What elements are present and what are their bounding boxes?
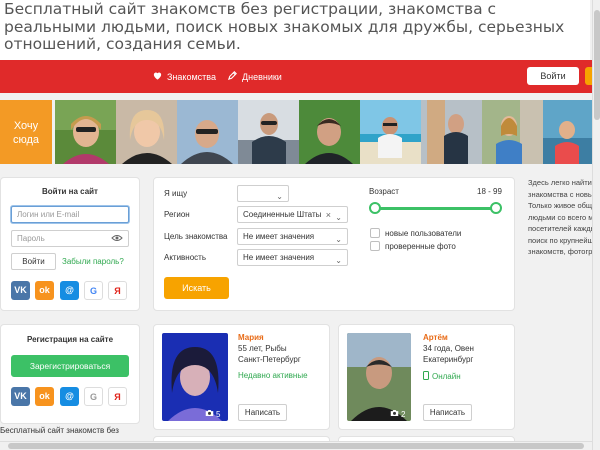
user-photo-thumb[interactable] <box>55 100 116 164</box>
side-line: людьми со всего мира <box>528 212 592 222</box>
eye-icon[interactable] <box>111 232 123 249</box>
odnoklassniki-icon[interactable]: ok <box>35 281 54 300</box>
side-description: Здесь легко найти знакомства с новыми То… <box>528 177 592 258</box>
heart-icon <box>152 70 163 83</box>
user-photo-thumb[interactable] <box>116 100 177 164</box>
photo-count-value: 5 <box>216 409 221 419</box>
bottom-description: Бесплатный сайт знакомств без <box>0 426 119 435</box>
age-range-value: 18 - 99 <box>477 187 502 196</box>
page-headline: Бесплатный сайт знакомств без регистраци… <box>0 0 590 60</box>
side-line: посетителей каждый день <box>528 224 592 233</box>
region-label: Регион <box>164 210 190 219</box>
google-icon[interactable]: G <box>84 387 103 406</box>
profile-photo[interactable] <box>162 333 228 421</box>
clear-icon[interactable]: × <box>326 208 331 223</box>
password-input[interactable]: Пароль <box>11 230 129 247</box>
login-submit-button[interactable]: Войти <box>11 253 56 270</box>
profile-name[interactable]: Мария <box>238 333 264 342</box>
user-photo-thumb[interactable] <box>543 100 592 164</box>
profile-age-sign: 55 лет, Рыбы <box>238 344 287 353</box>
mobile-icon <box>423 371 429 382</box>
write-message-button[interactable]: Написать <box>423 404 472 421</box>
user-photo-strip: Хочу сюда <box>0 100 592 164</box>
user-photo-thumb[interactable] <box>360 100 421 164</box>
verified-photo-checkbox[interactable] <box>370 241 380 251</box>
region-select[interactable]: Соединенные Штаты × ⌄ <box>237 206 348 223</box>
camera-icon <box>205 409 214 419</box>
vk-icon[interactable]: VK <box>11 281 30 300</box>
vk-icon[interactable]: VK <box>11 387 30 406</box>
chevron-down-icon: ⌄ <box>335 213 342 222</box>
profile-city: Санкт-Петербург <box>238 355 301 364</box>
side-line: знакомств, фотографиям <box>528 247 592 256</box>
write-message-button[interactable]: Написать <box>238 404 287 421</box>
user-photo-thumb[interactable] <box>482 100 543 164</box>
password-placeholder: Пароль <box>17 234 45 243</box>
header-login-button[interactable]: Войти <box>527 67 579 85</box>
nav-dating-label: Знакомства <box>167 71 216 82</box>
photo-count-value: 2 <box>401 409 406 419</box>
profile-photo[interactable] <box>347 333 411 421</box>
looking-for-label: Я ищу <box>164 189 188 198</box>
profile-status: Недавно активные <box>238 371 308 380</box>
camera-icon <box>390 409 399 419</box>
register-button[interactable]: Зарегистрироваться <box>11 355 129 377</box>
vertical-scrollbar-thumb[interactable] <box>594 10 600 120</box>
register-card-title: Регистрация на сайте <box>26 335 114 344</box>
age-min-handle[interactable] <box>369 202 381 214</box>
pencil-icon <box>227 70 238 83</box>
side-line: Здесь легко найти <box>528 178 592 187</box>
yandex-icon[interactable]: Я <box>108 387 127 406</box>
new-users-label: новые пользователи <box>385 229 462 238</box>
side-line: поиск по крупнейшей <box>528 235 592 245</box>
user-photo-thumb[interactable] <box>421 100 482 164</box>
login-input[interactable]: Логин или E-mail <box>11 206 129 223</box>
goal-value: Не имеет значения <box>243 232 315 241</box>
verified-photo-label: проверенные фото <box>385 242 456 251</box>
horizontal-scrollbar-thumb[interactable] <box>8 443 584 449</box>
activity-label: Активность <box>164 253 207 262</box>
goal-label: Цель знакомства <box>164 232 228 241</box>
age-slider-track <box>374 207 496 210</box>
user-photo-thumb[interactable] <box>238 100 299 164</box>
age-max-handle[interactable] <box>490 202 502 214</box>
profile-status: Онлайн <box>423 371 461 382</box>
chevron-down-icon: ⌄ <box>276 192 283 201</box>
chevron-down-icon: ⌄ <box>335 235 342 244</box>
top-navbar <box>0 60 600 93</box>
age-label: Возраст <box>369 187 399 196</box>
photo-count: 2 <box>390 409 405 419</box>
login-card-title: Войти на сайт <box>42 187 98 196</box>
side-line: Только живое общение <box>528 201 592 210</box>
search-button[interactable]: Искать <box>164 277 229 299</box>
want-here-tile[interactable]: Хочу сюда <box>0 100 52 164</box>
nav-diaries-label: Дневники <box>242 71 282 82</box>
photo-count: 5 <box>205 409 220 419</box>
goal-select[interactable]: Не имеет значения ⌄ <box>237 228 348 245</box>
horizontal-scrollbar[interactable] <box>0 441 600 450</box>
vertical-scrollbar[interactable] <box>592 0 600 450</box>
side-line: знакомства с новыми <box>528 189 592 199</box>
forgot-password-link[interactable]: Забыли пароль? <box>62 257 124 266</box>
yandex-icon[interactable]: Я <box>108 281 127 300</box>
user-photo-thumb[interactable] <box>299 100 360 164</box>
odnoklassniki-icon[interactable]: ok <box>35 387 54 406</box>
nav-dating[interactable]: Знакомства <box>152 70 216 83</box>
activity-value: Не имеет значения <box>243 253 315 262</box>
profile-status-text: Онлайн <box>432 372 461 381</box>
profile-age-sign: 34 года, Овен <box>423 344 474 353</box>
activity-select[interactable]: Не имеет значения ⌄ <box>237 249 348 266</box>
looking-for-select[interactable]: ⌄ <box>237 185 289 202</box>
profile-name[interactable]: Артём <box>423 333 448 342</box>
google-icon[interactable]: G <box>84 281 103 300</box>
mailru-icon[interactable]: @ <box>60 281 79 300</box>
chevron-down-icon: ⌄ <box>335 256 342 265</box>
mailru-icon[interactable]: @ <box>60 387 79 406</box>
nav-diaries[interactable]: Дневники <box>227 70 282 83</box>
profile-city: Екатеринбург <box>423 355 474 364</box>
region-value: Соединенные Штаты <box>243 210 322 219</box>
user-photo-thumb[interactable] <box>177 100 238 164</box>
new-users-checkbox[interactable] <box>370 228 380 238</box>
